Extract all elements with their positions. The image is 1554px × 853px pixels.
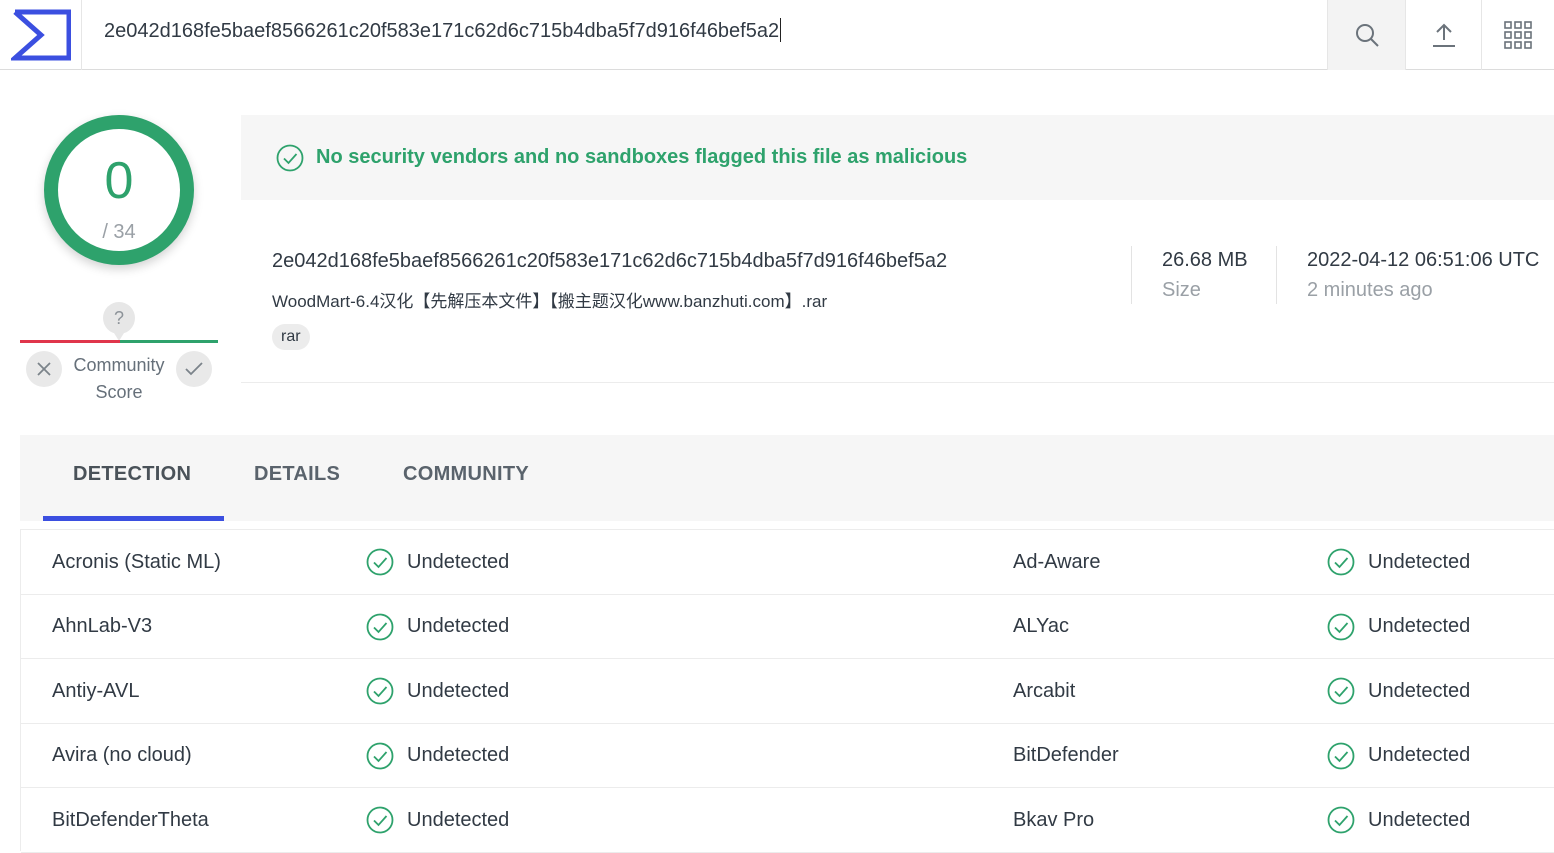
check-circle-icon [366,659,394,723]
vote-harmful-button[interactable] [26,351,62,387]
analysis-date-relative: 2 minutes ago [1307,279,1433,301]
vendor-name: BitDefender [1013,744,1119,766]
vendor-name: ALYac [1013,615,1069,637]
table-row: Antiy-AVL Undetected Arcabit Undetected [21,659,1554,724]
file-size-label: Size [1162,279,1201,301]
community-score-label-line1: Community [73,355,165,375]
tab-bar: DETECTION DETAILS COMMUNITY [20,435,1554,521]
search-input-value: 2e042d168fe5baef8566261c20f583e171c62d6c… [104,20,780,42]
vendor-name: Arcabit [1013,679,1076,702]
vendor-result: Undetected [407,615,510,637]
sigma-logo-icon [10,9,71,61]
search-button[interactable] [1327,0,1405,70]
vendor-result: Undetected [407,744,510,766]
check-circle-icon [1327,724,1355,788]
apps-menu-button[interactable] [1481,0,1554,70]
community-score-unknown-badge: ? [103,302,135,341]
check-circle-icon [276,144,304,171]
vendor-name: Avira (no cloud) [52,744,192,766]
check-circle-icon [366,530,394,594]
checkmark-icon [185,362,203,376]
tab-community[interactable]: COMMUNITY [403,463,529,486]
check-circle-icon [1327,595,1355,659]
vendor-result: Undetected [1368,550,1471,573]
verdict-message: No security vendors and no sandboxes fla… [316,146,968,168]
vendor-result: Undetected [407,679,510,702]
vendor-result: Undetected [407,550,510,573]
check-circle-icon [366,595,394,659]
active-tab-indicator [43,516,224,521]
divider [1276,246,1277,304]
file-type-tag[interactable]: rar [272,324,310,350]
upload-button[interactable] [1405,0,1481,70]
vendor-name: BitDefenderTheta [52,808,209,831]
community-score-bar-negative [20,340,120,343]
close-icon [37,362,51,376]
table-row: AhnLab-V3 Undetected ALYac Undetected [21,595,1554,659]
detection-score-ring: 0 / 34 [44,115,194,265]
file-info-card: 2e042d168fe5baef8566261c20f583e171c62d6c… [241,200,1554,383]
table-row: Acronis (Static ML) Undetected Ad-Aware … [21,530,1554,595]
vendor-name: Ad-Aware [1013,550,1101,573]
vendor-name: Acronis (Static ML) [52,550,221,573]
search-icon [1355,24,1379,47]
table-row: BitDefenderTheta Undetected Bkav Pro Und… [21,788,1554,853]
divider [1131,246,1132,304]
vendor-name: AhnLab-V3 [52,615,153,637]
vendor-result: Undetected [1368,808,1471,831]
vendor-result: Undetected [1368,615,1471,637]
vendor-result: Undetected [407,808,510,831]
file-hash: 2e042d168fe5baef8566261c20f583e171c62d6c… [272,250,948,272]
detection-count: 0 [104,152,134,210]
vote-harmless-button[interactable] [176,351,212,387]
file-size-value: 26.68 MB [1162,249,1248,271]
vendor-name: Bkav Pro [1013,808,1095,831]
text-caret [780,18,782,42]
top-bar: 2e042d168fe5baef8566261c20f583e171c62d6c… [0,0,1554,70]
table-row: Avira (no cloud) Undetected BitDefender … [21,724,1554,788]
community-score-label-line2: Score [95,382,143,402]
check-circle-icon [366,788,394,852]
tab-detection[interactable]: DETECTION [73,463,191,486]
check-circle-icon [366,724,394,788]
check-circle-icon [1327,530,1355,594]
detection-total: / 34 [102,221,136,243]
detections-table: Acronis (Static ML) Undetected Ad-Aware … [20,529,1554,853]
apps-grid-icon [1504,21,1532,49]
vendor-result: Undetected [1368,744,1471,766]
vendor-name: Antiy-AVL [52,679,140,702]
file-name: WoodMart-6.4汉化【先解压本文件】【搬主题汉化www.banzhuti… [272,292,828,311]
analysis-date-value: 2022-04-12 06:51:06 UTC [1307,249,1540,271]
check-circle-icon [1327,659,1355,723]
verdict-banner: No security vendors and no sandboxes fla… [241,115,1554,200]
home-logo-link[interactable] [0,0,82,70]
upload-icon [1432,23,1455,47]
community-score-bar-positive [120,340,218,343]
community-score-label: Community Score [64,352,174,406]
tab-details[interactable]: DETAILS [254,463,340,486]
vendor-result: Undetected [1368,679,1471,702]
search-input[interactable]: 2e042d168fe5baef8566261c20f583e171c62d6c… [104,18,782,44]
check-circle-icon [1327,788,1355,852]
